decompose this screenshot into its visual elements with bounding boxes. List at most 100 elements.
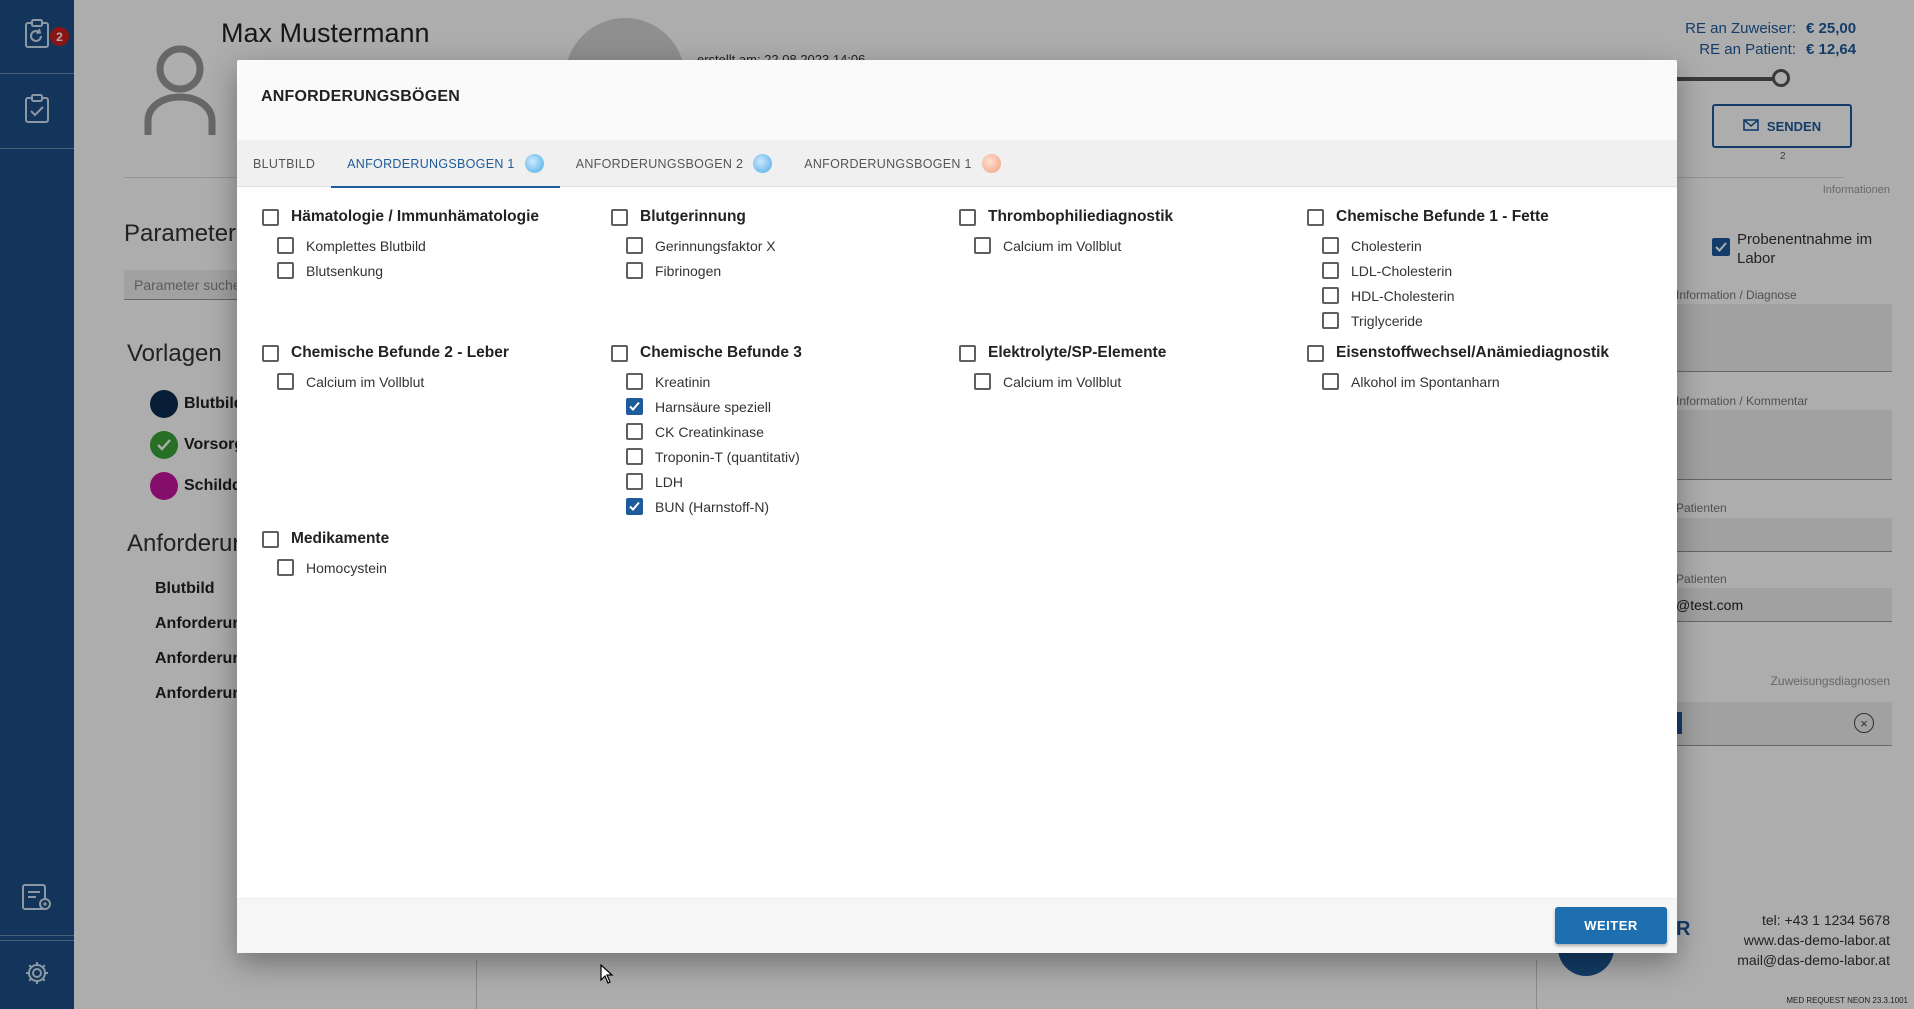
parameter-option[interactable]: LDH [626,469,802,494]
group-checkbox[interactable] [959,344,976,362]
group-blutgerinnung: Blutgerinnung Gerinnungsfaktor X Fibrino… [611,206,776,283]
option-checkbox[interactable] [277,373,294,390]
group-checkbox[interactable] [262,530,279,548]
group-haematologie: Hämatologie / Immunhämatologie Komplette… [262,206,539,283]
parameter-option[interactable]: HDL-Cholesterin [1322,283,1549,308]
parameter-option[interactable]: Harnsäure speziell [626,394,802,419]
blue-status-icon [753,154,773,173]
group-checkbox[interactable] [959,208,976,226]
group-elektrolyte: Elektrolyte/SP-Elemente Calcium im Vollb… [959,342,1166,394]
parameter-option[interactable]: Triglyceride [1322,308,1549,333]
parameter-option[interactable]: LDL-Cholesterin [1322,258,1549,283]
blue-status-icon [524,154,544,173]
option-label: Cholesterin [1351,237,1422,254]
option-checkbox[interactable] [626,448,643,465]
tab-label: ANFORDERUNGSBOGEN 2 [575,156,744,171]
option-label: Harnsäure speziell [655,398,771,415]
group-chemie-fette: Chemische Befunde 1 - Fette Cholesterin … [1307,206,1549,333]
parameter-option[interactable]: Homocystein [277,555,389,580]
group-thrombophilie: Thrombophiliediagnostik Calcium im Vollb… [959,206,1173,258]
mouse-cursor-icon [600,963,614,989]
option-label: HDL-Cholesterin [1351,287,1455,304]
group-eisenstoffwechsel: Eisenstoffwechsel/Anämiediagnostik Alkoh… [1307,342,1609,394]
group-checkbox[interactable] [611,344,628,362]
option-label: Kreatinin [655,373,711,390]
group-header[interactable]: Thrombophiliediagnostik [959,206,1173,228]
group-title: Chemische Befunde 2 - Leber [291,344,509,361]
group-checkbox[interactable] [611,208,628,226]
group-checkbox[interactable] [262,344,279,362]
option-label: Blutsenkung [306,262,384,279]
parameter-option[interactable]: Calcium im Vollblut [974,369,1166,394]
parameter-option[interactable]: Cholesterin [1322,233,1549,258]
group-header[interactable]: Medikamente [262,528,389,550]
group-medikamente: Medikamente Homocystein [262,528,389,580]
option-checkbox[interactable] [626,473,643,490]
group-title: Chemische Befunde 1 - Fette [1336,208,1549,225]
option-checkbox[interactable] [277,559,294,576]
group-title: Thrombophiliediagnostik [988,208,1174,225]
group-header[interactable]: Eisenstoffwechsel/Anämiediagnostik [1307,342,1609,364]
parameter-option[interactable]: Gerinnungsfaktor X [626,233,776,258]
option-label: Troponin-T (quantitativ) [655,448,800,465]
parameter-option[interactable]: Fibrinogen [626,258,776,283]
option-checkbox[interactable] [277,237,294,254]
option-checkbox[interactable] [626,373,643,390]
option-label: Calcium im Vollblut [1003,237,1122,254]
group-header[interactable]: Chemische Befunde 3 [611,342,802,364]
option-label: Alkohol im Spontanharn [1351,373,1500,390]
tab-label: BLUTBILD [253,156,316,171]
option-checkbox[interactable] [974,237,991,254]
option-checkbox[interactable] [1322,373,1339,390]
option-checkbox[interactable] [626,237,643,254]
option-checkbox[interactable] [277,262,294,279]
parameter-option[interactable]: Calcium im Vollblut [277,369,509,394]
option-checkbox[interactable] [1322,237,1339,254]
group-title: Eisenstoffwechsel/Anämiediagnostik [1336,344,1610,361]
tab-label: ANFORDERUNGSBOGEN 1 [347,156,515,171]
parameter-option[interactable]: Komplettes Blutbild [277,233,539,258]
group-checkbox[interactable] [1307,208,1324,226]
tab-label: ANFORDERUNGSBOGEN 1 [804,156,972,171]
anforderungsboegen-dialog: ANFORDERUNGSBÖGEN BLUTBILD ANFORDERUNGSB… [237,60,1677,953]
tab-blutbild[interactable]: BLUTBILD [237,140,331,187]
group-checkbox[interactable] [262,208,279,226]
parameter-option[interactable]: Calcium im Vollblut [974,233,1173,258]
group-title: Chemische Befunde 3 [640,344,802,361]
group-title: Blutgerinnung [640,208,746,225]
option-label: Homocystein [306,559,387,576]
group-checkbox[interactable] [1307,344,1324,362]
option-checkbox-checked[interactable] [626,398,643,415]
parameter-option[interactable]: Kreatinin [626,369,802,394]
option-label: Calcium im Vollblut [1003,373,1122,390]
option-checkbox[interactable] [1322,312,1339,329]
option-checkbox[interactable] [1322,287,1339,304]
tab-anforderungsbogen-1[interactable]: ANFORDERUNGSBOGEN 1 [331,140,560,188]
group-header[interactable]: Elektrolyte/SP-Elemente [959,342,1166,364]
option-label: Gerinnungsfaktor X [655,237,776,254]
tab-anforderungsbogen-2[interactable]: ANFORDERUNGSBOGEN 2 [560,140,789,187]
group-header[interactable]: Hämatologie / Immunhämatologie [262,206,539,228]
option-checkbox[interactable] [626,262,643,279]
parameter-option[interactable]: BUN (Harnstoff-N) [626,494,802,519]
dialog-body: Hämatologie / Immunhämatologie Komplette… [237,188,1677,898]
dialog-title: ANFORDERUNGSBÖGEN [261,88,460,105]
option-checkbox[interactable] [974,373,991,390]
parameter-option[interactable]: Alkohol im Spontanharn [1322,369,1609,394]
group-header[interactable]: Chemische Befunde 2 - Leber [262,342,509,364]
option-label: BUN (Harnstoff-N) [655,498,770,515]
parameter-option[interactable]: Blutsenkung [277,258,539,283]
option-checkbox[interactable] [626,423,643,440]
option-label: Fibrinogen [655,262,722,279]
peach-status-icon [981,154,1001,173]
option-checkbox[interactable] [1322,262,1339,279]
group-header[interactable]: Chemische Befunde 1 - Fette [1307,206,1549,228]
parameter-option[interactable]: Troponin-T (quantitativ) [626,444,802,469]
weiter-button[interactable]: WEITER [1555,907,1667,944]
option-checkbox-checked[interactable] [626,498,643,515]
dialog-tabs: BLUTBILD ANFORDERUNGSBOGEN 1 ANFORDERUNG… [237,140,1677,188]
tab-anforderungsbogen-1b[interactable]: ANFORDERUNGSBOGEN 1 [788,140,1017,187]
parameter-option[interactable]: CK Creatinkinase [626,419,802,444]
group-title: Hämatologie / Immunhämatologie [291,208,540,225]
group-header[interactable]: Blutgerinnung [611,206,776,228]
